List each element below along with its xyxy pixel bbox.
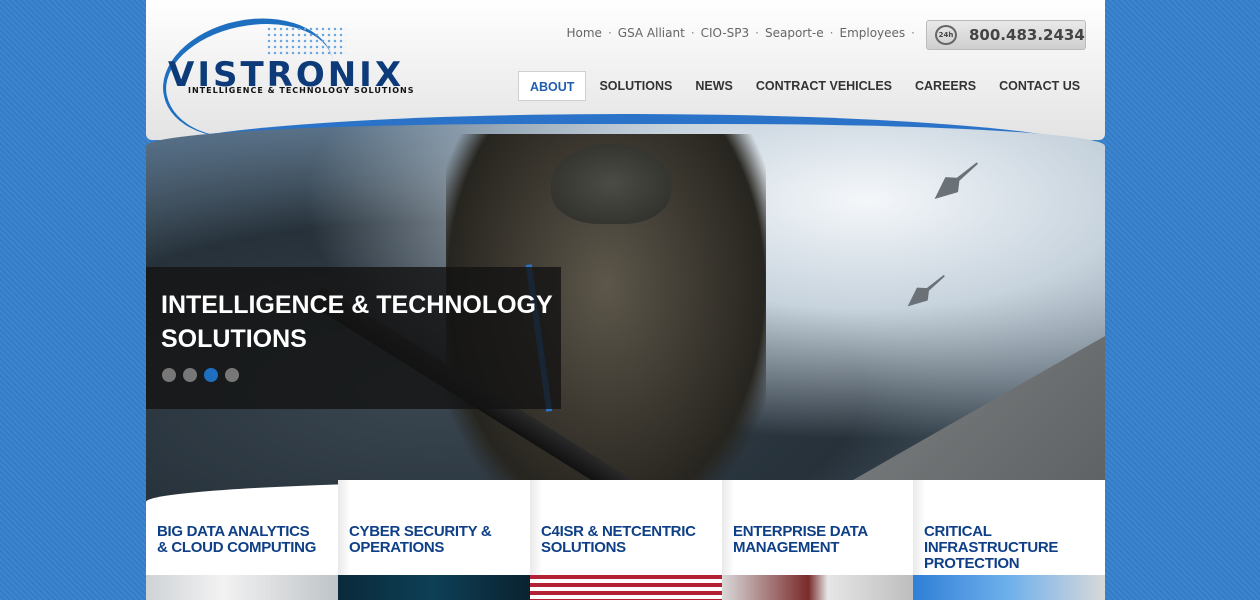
logo-dots: [266, 26, 346, 56]
link-seaport-e[interactable]: Seaport-e: [759, 26, 830, 40]
nav-careers[interactable]: CAREERS: [905, 71, 986, 101]
nav-news[interactable]: NEWS: [685, 71, 743, 101]
link-separator: ·: [911, 26, 915, 40]
logo-tagline: INTELLIGENCE & TECHNOLOGY SOLUTIONS: [188, 86, 415, 95]
feature-title-line: MANAGEMENT: [733, 539, 840, 556]
feature-title[interactable]: C4ISR & NETCENTRIC SOLUTIONS: [541, 524, 721, 556]
link-employees[interactable]: Employees: [833, 26, 911, 40]
feature-title-line: C4ISR & NETCENTRIC: [541, 523, 696, 540]
feature-big-data[interactable]: BIG DATA ANALYTICS & CLOUD COMPUTING: [146, 480, 338, 600]
solutions-strip: BIG DATA ANALYTICS & CLOUD COMPUTING CYB…: [146, 480, 1105, 600]
slider-dots: [162, 368, 239, 382]
feature-title-line: CRITICAL INFRASTRUCTURE: [924, 523, 1059, 556]
slider-dot-1[interactable]: [162, 368, 176, 382]
feature-cyber-security[interactable]: CYBER SECURITY & OPERATIONS: [338, 480, 530, 600]
page: VISTRONIX INTELLIGENCE & TECHNOLOGY SOLU…: [146, 0, 1105, 600]
nav-contact-us[interactable]: CONTACT US: [989, 71, 1090, 101]
hero-slider[interactable]: INTELLIGENCE & TECHNOLOGY SOLUTIONS: [146, 124, 1105, 507]
nav-solutions[interactable]: SOLUTIONS: [589, 71, 682, 101]
feature-thumbnail: [338, 575, 530, 600]
main-nav: ABOUT SOLUTIONS NEWS CONTRACT VEHICLES C…: [515, 71, 1090, 101]
feature-title[interactable]: ENTERPRISE DATA MANAGEMENT: [733, 524, 913, 556]
feature-thumbnail: [530, 575, 722, 600]
jet-icon: [928, 155, 983, 206]
phone-number[interactable]: 800.483.2434: [969, 26, 1085, 44]
feature-title-line: CYBER SECURITY &: [349, 523, 492, 540]
feature-thumbnail: [913, 575, 1105, 600]
slider-dot-3-active[interactable]: [204, 368, 218, 382]
feature-title-line: SOLUTIONS: [541, 539, 626, 556]
feature-title-line: PROTECTION: [924, 555, 1020, 572]
phone-24h-icon: 24h: [935, 25, 957, 45]
utility-links: Home · GSA Alliant · CIO-SP3 · Seaport-e…: [561, 26, 916, 40]
feature-title[interactable]: CYBER SECURITY & OPERATIONS: [349, 524, 529, 556]
feature-critical-infrastructure[interactable]: CRITICAL INFRASTRUCTURE PROTECTION: [913, 480, 1105, 600]
feature-title[interactable]: BIG DATA ANALYTICS & CLOUD COMPUTING: [157, 524, 337, 556]
hero-helmet-image: [551, 144, 671, 224]
nav-about[interactable]: ABOUT: [518, 71, 587, 101]
jet-icon: [902, 269, 950, 313]
phone-box[interactable]: 24h 800.483.2434: [926, 20, 1086, 50]
feature-title-line: & CLOUD COMPUTING: [157, 539, 317, 556]
link-gsa-alliant[interactable]: GSA Alliant: [612, 26, 691, 40]
slider-dot-2[interactable]: [183, 368, 197, 382]
hero-title-line1: INTELLIGENCE & TECHNOLOGY: [161, 291, 553, 319]
hero-caption: INTELLIGENCE & TECHNOLOGY SOLUTIONS: [146, 267, 561, 409]
feature-c4isr[interactable]: C4ISR & NETCENTRIC SOLUTIONS: [530, 480, 722, 600]
link-home[interactable]: Home: [561, 26, 608, 40]
link-cio-sp3[interactable]: CIO-SP3: [695, 26, 756, 40]
slider-dot-4[interactable]: [225, 368, 239, 382]
feature-thumbnail: [722, 575, 914, 600]
feature-title[interactable]: CRITICAL INFRASTRUCTURE PROTECTION: [924, 524, 1104, 572]
feature-title-line: BIG DATA ANALYTICS: [157, 523, 310, 540]
hero-title-line2: SOLUTIONS: [161, 325, 307, 353]
feature-title-line: OPERATIONS: [349, 539, 445, 556]
feature-thumbnail: [146, 575, 338, 600]
feature-enterprise-data[interactable]: ENTERPRISE DATA MANAGEMENT: [722, 480, 914, 600]
feature-title-line: ENTERPRISE DATA: [733, 523, 868, 540]
nav-contract-vehicles[interactable]: CONTRACT VEHICLES: [746, 71, 902, 101]
